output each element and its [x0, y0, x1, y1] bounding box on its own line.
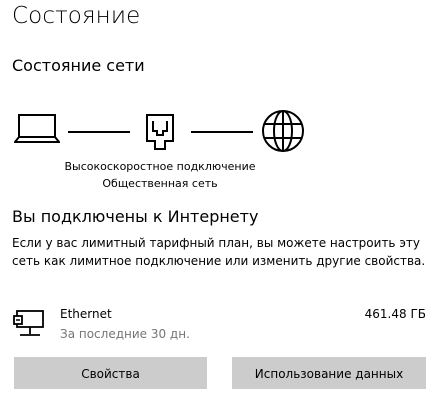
network-profile: Общественная сеть — [102, 177, 218, 190]
laptop-icon — [14, 114, 60, 143]
connection-status-heading: Вы подключены к Интернету — [12, 207, 259, 226]
properties-button[interactable]: Свойства — [14, 357, 207, 389]
page-title: Состояние — [12, 3, 141, 29]
connection-description: Если у вас лимитный тарифный план, вы мо… — [12, 236, 426, 268]
adapter-data-usage: 461.48 ГБ — [364, 307, 426, 321]
network-status-heading: Состояние сети — [12, 56, 145, 75]
connection-line-right — [191, 131, 253, 133]
ethernet-port-icon — [146, 114, 174, 150]
network-name: Высокоскоростное подключение — [64, 160, 256, 173]
data-usage-button[interactable]: Использование данных — [232, 357, 426, 389]
connection-line-left — [68, 131, 130, 133]
adapter-usage-period: За последние 30 дн. — [60, 327, 190, 341]
globe-icon — [262, 110, 304, 152]
network-diagram — [0, 100, 446, 160]
adapter-name: Ethernet — [60, 307, 112, 321]
ethernet-adapter-icon — [13, 310, 44, 336]
